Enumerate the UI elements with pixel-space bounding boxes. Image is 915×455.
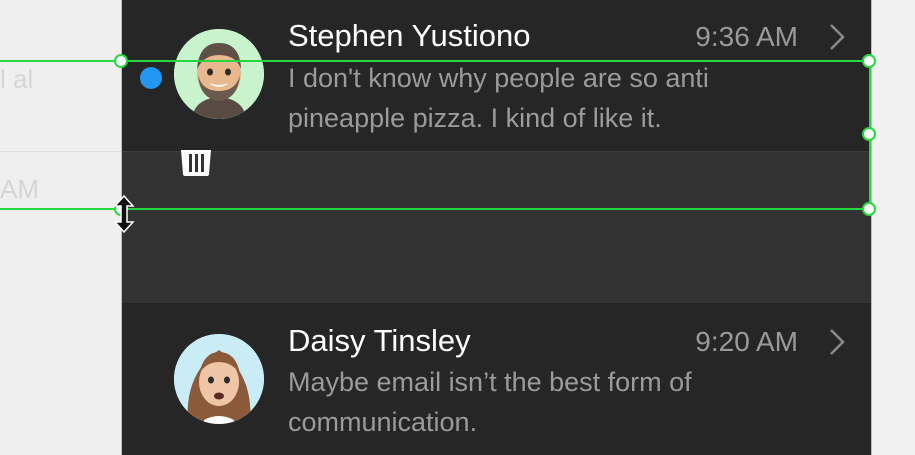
- unread-dot-icon: [140, 67, 162, 89]
- background-text-fragment: AM: [0, 174, 39, 204]
- selection-handle-bottom-right[interactable]: [862, 202, 876, 216]
- preview-line: Maybe email isn’t the best form of: [288, 367, 692, 397]
- swipe-action-area[interactable]: [122, 152, 871, 303]
- sender-name: Stephen Yustiono: [288, 18, 531, 53]
- selection-handle-right[interactable]: [862, 127, 876, 141]
- sender-name: Daisy Tinsley: [288, 323, 471, 358]
- preview-line: pineapple pizza. I kind of like it.: [288, 103, 662, 133]
- memoji-woman-avatar: [174, 334, 264, 424]
- preview-line: I don't know why people are so anti: [288, 63, 709, 93]
- chevron-right-icon[interactable]: [825, 22, 849, 52]
- preview-line: communication.: [288, 407, 478, 437]
- selection-handle-top-right[interactable]: [862, 54, 876, 68]
- background-text-fragment: l al: [0, 64, 34, 94]
- background-right-pane: [872, 0, 915, 455]
- chevron-right-icon[interactable]: [825, 327, 849, 357]
- message-preview: Maybe email isn’t the best form of commu…: [288, 362, 788, 442]
- resize-vertical-cursor-icon: [113, 195, 135, 233]
- message-time: 9:20 AM: [695, 326, 798, 357]
- message-time: 9:36 AM: [695, 21, 798, 52]
- selection-handle-top-left[interactable]: [114, 54, 128, 68]
- message-preview: I don't know why people are so anti pine…: [288, 58, 788, 138]
- trash-icon[interactable]: [180, 146, 212, 178]
- selection-top-edge[interactable]: [0, 60, 871, 62]
- memoji-man-avatar: [174, 29, 264, 119]
- background-divider: [0, 151, 121, 152]
